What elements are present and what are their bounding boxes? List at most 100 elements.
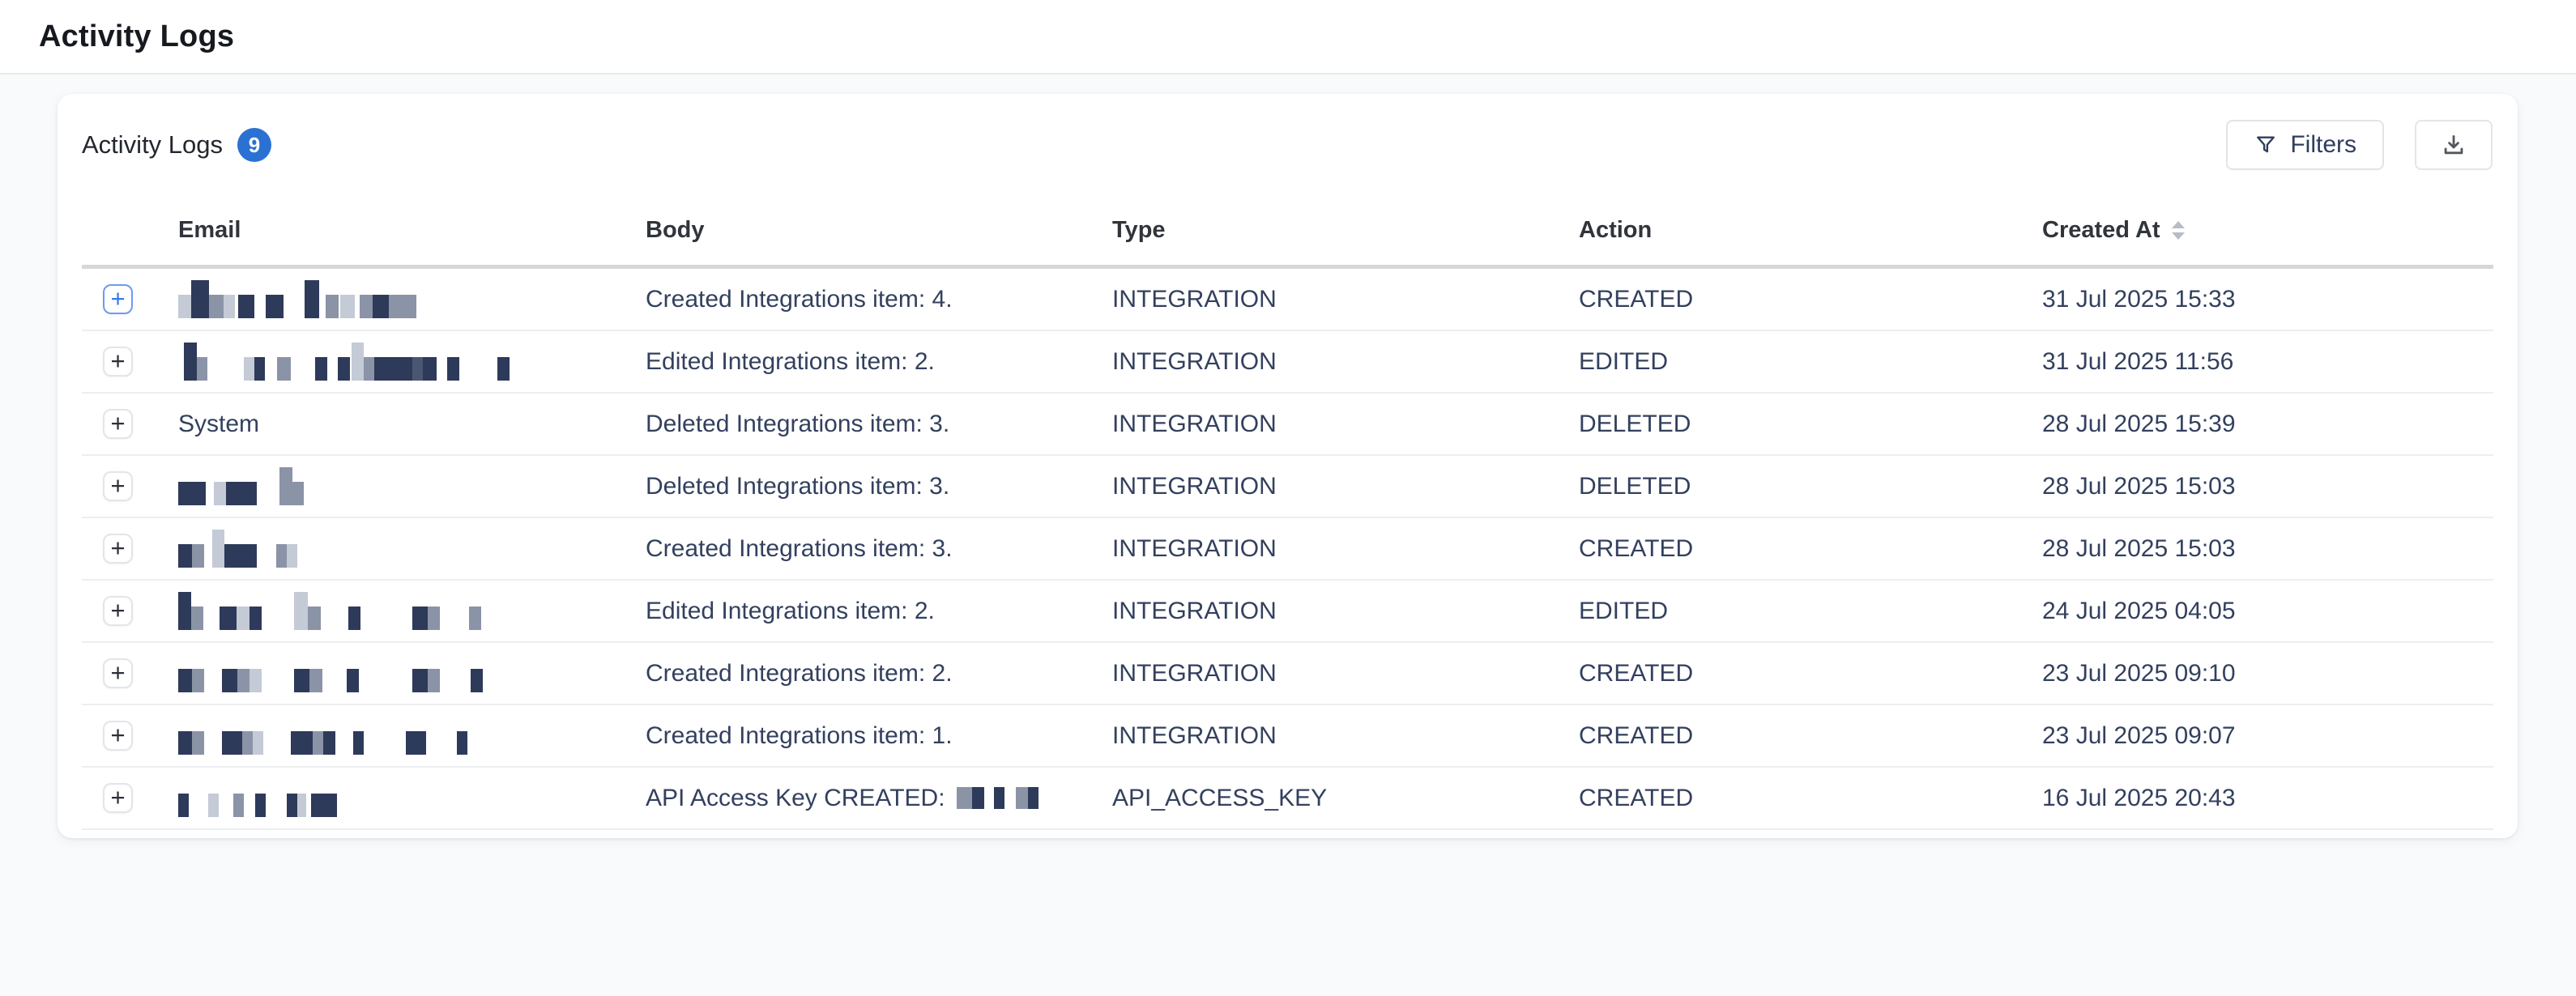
page-title: Activity Logs (39, 19, 234, 54)
email-cell (178, 530, 646, 568)
activity-logs-table: Email Body Type Action Created At + Crea… (82, 217, 2493, 830)
body-text: Edited Integrations item: 2. (646, 598, 935, 625)
redacted-pixel (412, 357, 423, 381)
redacted-pixel (1016, 787, 1028, 809)
email-cell (178, 717, 646, 755)
body-text: Deleted Integrations item: 3. (646, 473, 949, 500)
redacted-email (178, 654, 646, 692)
plus-icon: + (110, 598, 125, 623)
body-text: Created Integrations item: 1. (646, 722, 953, 750)
redacted-pixel (238, 544, 257, 568)
redacted-pixel (214, 482, 226, 505)
redacted-pixel (297, 794, 306, 817)
plus-icon: + (110, 286, 125, 311)
table-row: + API Access Key CREATED: API_ACCESS_KEY… (82, 768, 2493, 830)
redacted-email (178, 717, 646, 755)
redacted-pixel (957, 787, 972, 809)
column-header-type: Type (1112, 217, 1579, 244)
plus-icon: + (110, 411, 125, 436)
redacted-pixel (292, 482, 304, 505)
action-cell: CREATED (1579, 535, 2042, 563)
redacted-pixel (220, 607, 237, 630)
redacted-pixel (237, 669, 249, 692)
expand-cell: + (82, 721, 178, 751)
expand-row-button[interactable]: + (103, 471, 133, 501)
plus-icon: + (110, 473, 125, 498)
created-at-cell: 23 Jul 2025 09:07 (2042, 722, 2493, 750)
plus-icon: + (110, 785, 125, 810)
table-row: + Created Integrations item: 4. INTEGRAT… (82, 269, 2493, 331)
redacted-body-value (957, 784, 1039, 813)
redacted-pixel (254, 357, 265, 381)
redacted-pixel (294, 592, 308, 630)
redacted-pixel (233, 794, 244, 817)
body-cell: Created Integrations item: 1. (646, 722, 1112, 750)
redacted-pixel (279, 467, 292, 505)
redacted-pixel (287, 794, 297, 817)
redacted-pixel (178, 592, 191, 630)
redacted-pixel (222, 731, 242, 755)
redacted-pixel (412, 669, 428, 692)
redacted-pixel (178, 669, 192, 692)
redacted-email (178, 530, 646, 568)
filters-label: Filters (2290, 131, 2356, 159)
expand-cell: + (82, 658, 178, 688)
type-cell: API_ACCESS_KEY (1112, 785, 1579, 812)
type-cell: INTEGRATION (1112, 473, 1579, 500)
redacted-pixel (178, 482, 206, 505)
redacted-pixel (237, 607, 249, 630)
action-cell: CREATED (1579, 286, 2042, 313)
expand-row-button[interactable]: + (103, 596, 133, 626)
body-cell: Created Integrations item: 4. (646, 286, 1112, 313)
redacted-pixel (994, 787, 1004, 809)
column-header-created-at[interactable]: Created At (2042, 217, 2493, 244)
body-cell: Edited Integrations item: 2. (646, 348, 1112, 376)
sort-desc-icon (2172, 232, 2185, 240)
redacted-pixel (389, 295, 403, 318)
redacted-pixel (294, 669, 309, 692)
table-row: + Edited Integrations item: 2. INTEGRATI… (82, 331, 2493, 394)
table-row: + Deleted Integrations item: 3. INTEGRAT… (82, 456, 2493, 518)
expand-row-button[interactable]: + (103, 658, 133, 688)
card-header: Activity Logs 9 Filters (58, 94, 2518, 170)
redacted-pixel (428, 669, 440, 692)
redacted-pixel (315, 357, 327, 381)
redacted-pixel (305, 280, 319, 318)
expand-cell: + (82, 596, 178, 626)
sort-icon[interactable] (2172, 221, 2185, 240)
email-cell (178, 654, 646, 692)
expand-row-button[interactable]: + (103, 347, 133, 377)
expand-row-button[interactable]: + (103, 409, 133, 439)
download-button[interactable] (2415, 120, 2493, 170)
body-text: Deleted Integrations item: 3. (646, 411, 949, 438)
body-text: API Access Key CREATED: (646, 785, 945, 812)
redacted-email (178, 343, 646, 381)
expand-cell: + (82, 284, 178, 314)
redacted-pixel (291, 731, 313, 755)
redacted-pixel (374, 357, 412, 381)
type-cell: INTEGRATION (1112, 722, 1579, 750)
redacted-pixel (212, 530, 224, 568)
redacted-pixel (353, 731, 364, 755)
redacted-pixel (242, 731, 253, 755)
expand-row-button[interactable]: + (103, 721, 133, 751)
redacted-pixel (447, 357, 459, 381)
type-cell: INTEGRATION (1112, 411, 1579, 438)
expand-cell: + (82, 534, 178, 564)
expand-row-button[interactable]: + (103, 534, 133, 564)
redacted-pixel (326, 295, 339, 318)
redacted-pixel (244, 357, 254, 381)
redacted-pixel (423, 357, 437, 381)
redacted-pixel (209, 295, 224, 318)
email-cell (178, 779, 646, 817)
email-cell (178, 343, 646, 381)
redacted-pixel (1028, 787, 1039, 809)
expand-row-button[interactable]: + (103, 284, 133, 314)
type-cell: INTEGRATION (1112, 598, 1579, 625)
redacted-pixel (178, 731, 192, 755)
body-text: Edited Integrations item: 2. (646, 348, 935, 376)
filters-button[interactable]: Filters (2226, 120, 2384, 170)
redacted-email (178, 280, 646, 318)
expand-row-button[interactable]: + (103, 783, 133, 813)
body-cell: Edited Integrations item: 2. (646, 598, 1112, 625)
